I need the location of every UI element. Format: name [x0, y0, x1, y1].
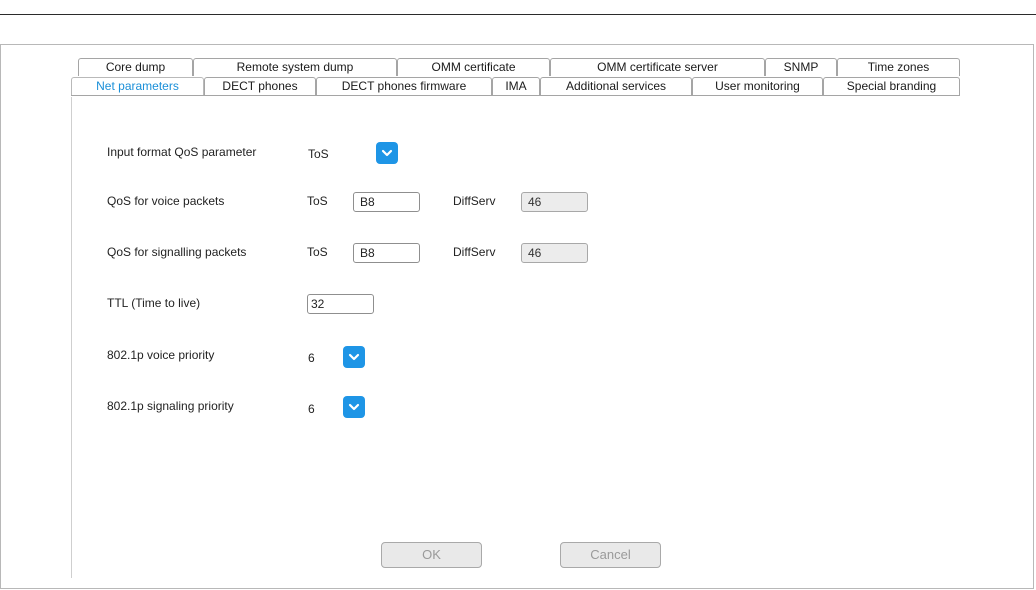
voice-priority-label: 802.1p voice priority [107, 348, 215, 362]
qos-voice-label: QoS for voice packets [107, 194, 225, 208]
qos-voice-diffserv-label: DiffServ [453, 194, 496, 208]
ttl-label: TTL (Time to live) [107, 296, 201, 310]
qos-signalling-tos-label: ToS [307, 245, 328, 259]
qos-format-select-value[interactable]: ToS [308, 147, 329, 161]
cancel-button[interactable]: Cancel [560, 542, 661, 568]
panel-left-border [71, 97, 72, 578]
tab-bar-baseline [71, 95, 960, 96]
qos-format-dropdown-button[interactable] [376, 142, 398, 164]
tab-ima[interactable]: IMA [492, 77, 540, 95]
qos-signalling-label: QoS for signalling packets [107, 245, 247, 259]
tab-row-2: Net parameters DECT phones DECT phones f… [0, 77, 1036, 95]
qos-voice-diffserv-field: 46 [521, 192, 588, 212]
tab-net-parameters[interactable]: Net parameters [71, 77, 204, 95]
voice-priority-select-value[interactable]: 6 [308, 351, 315, 365]
signaling-priority-dropdown-button[interactable] [343, 396, 365, 418]
chevron-down-icon [348, 403, 360, 411]
tab-core-dump[interactable]: Core dump [78, 58, 193, 76]
tab-time-zones[interactable]: Time zones [837, 58, 960, 76]
tab-dect-phones[interactable]: DECT phones [204, 77, 316, 95]
qos-signalling-tos-input[interactable]: B8 [353, 243, 420, 263]
tab-snmp[interactable]: SNMP [765, 58, 837, 76]
qos-signalling-diffserv-label: DiffServ [453, 245, 496, 259]
signaling-priority-label: 802.1p signaling priority [107, 399, 234, 413]
top-divider [0, 14, 1036, 15]
tab-additional-services[interactable]: Additional services [540, 77, 692, 95]
tab-remote-system-dump[interactable]: Remote system dump [193, 58, 397, 76]
chevron-down-icon [348, 353, 360, 361]
ok-button[interactable]: OK [381, 542, 482, 568]
signaling-priority-select-value[interactable]: 6 [308, 402, 315, 416]
tab-special-branding[interactable]: Special branding [823, 77, 960, 95]
tab-user-monitoring[interactable]: User monitoring [692, 77, 823, 95]
tab-omm-certificate-server[interactable]: OMM certificate server [550, 58, 765, 76]
voice-priority-dropdown-button[interactable] [343, 346, 365, 368]
tab-row-1: Core dump Remote system dump OMM certifi… [0, 58, 1036, 76]
chevron-down-icon [381, 149, 393, 157]
tab-dect-phones-firmware[interactable]: DECT phones firmware [316, 77, 492, 95]
qos-voice-tos-label: ToS [307, 194, 328, 208]
tab-omm-certificate[interactable]: OMM certificate [397, 58, 550, 76]
qos-format-label: Input format QoS parameter [107, 145, 257, 159]
qos-voice-tos-input[interactable]: B8 [353, 192, 420, 212]
content-frame [0, 44, 1034, 589]
ttl-input[interactable]: 32 [307, 294, 374, 314]
qos-signalling-diffserv-field: 46 [521, 243, 588, 263]
